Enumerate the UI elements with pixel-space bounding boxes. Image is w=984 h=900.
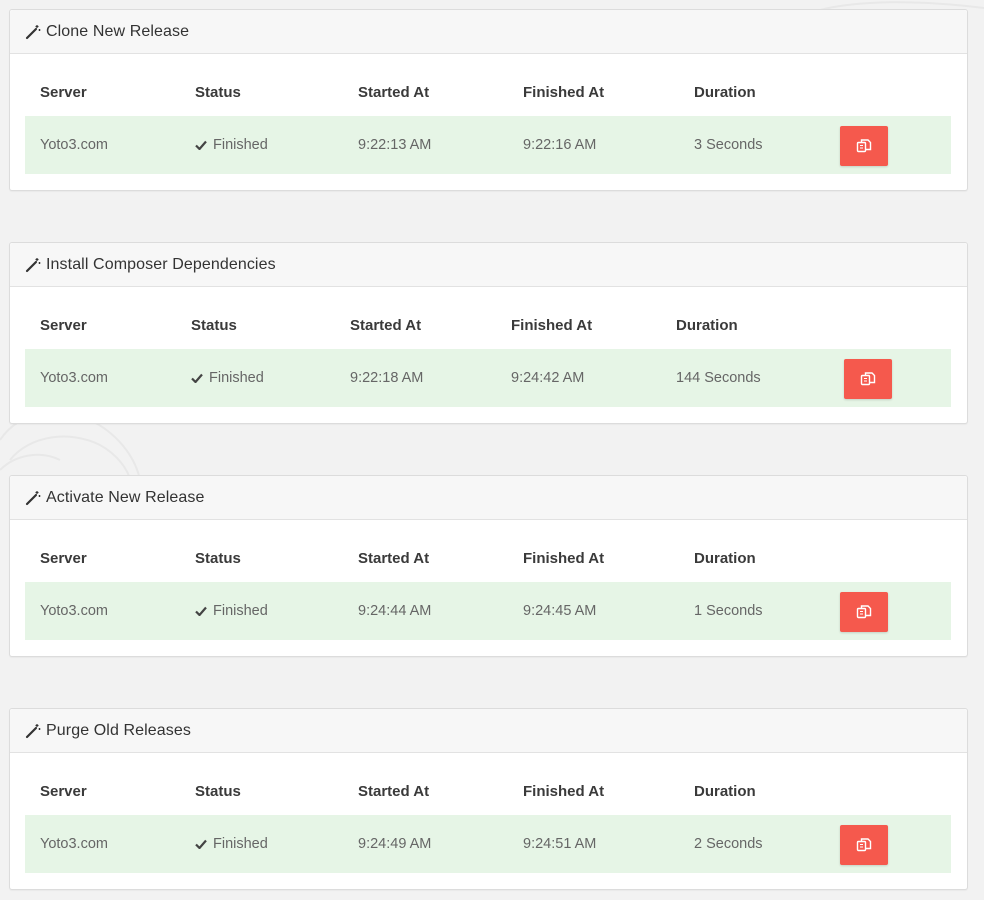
panel-heading: Purge Old Releases xyxy=(10,709,967,753)
column-header-status: Status xyxy=(191,317,237,334)
column-header-duration: Duration xyxy=(694,783,756,800)
finished-at-cell: 9:22:16 AM xyxy=(523,137,597,153)
column-header-started-at: Started At xyxy=(358,783,430,800)
copy-icon xyxy=(856,838,872,852)
column-header-server: Server xyxy=(40,783,87,800)
column-header-duration: Duration xyxy=(676,317,738,334)
table-header: Server Status Started At Finished At Dur… xyxy=(25,54,951,117)
magic-wand-icon xyxy=(25,723,41,738)
check-icon xyxy=(195,839,207,850)
magic-wand-icon xyxy=(25,490,41,505)
started-at-cell: 9:22:13 AM xyxy=(358,137,432,153)
column-header-started-at: Started At xyxy=(358,84,430,101)
column-header-started-at: Started At xyxy=(350,317,422,334)
copy-icon xyxy=(856,139,872,153)
column-header-finished-at: Finished At xyxy=(523,84,605,101)
column-header-duration: Duration xyxy=(694,84,756,101)
task-panel: Activate New Release Server Status Start… xyxy=(9,475,968,657)
status-cell: Finished xyxy=(195,137,268,153)
column-header-duration: Duration xyxy=(694,550,756,567)
table-row: Yoto3.com Finished 9:22:18 AM 9:24:42 AM… xyxy=(25,349,951,407)
column-header-server: Server xyxy=(40,550,87,567)
panel-heading: Activate New Release xyxy=(10,476,967,520)
duration-cell: 2 Seconds xyxy=(694,836,763,852)
copy-icon xyxy=(860,372,876,386)
copy-icon xyxy=(856,605,872,619)
panel-title: Clone New Release xyxy=(46,22,190,40)
view-output-button[interactable] xyxy=(840,592,888,632)
check-icon xyxy=(191,373,203,384)
view-output-button[interactable] xyxy=(840,126,888,166)
check-icon xyxy=(195,606,207,617)
server-cell: Yoto3.com xyxy=(40,137,108,153)
panel-heading: Install Composer Dependencies xyxy=(10,243,967,287)
table-row: Yoto3.com Finished 9:24:44 AM 9:24:45 AM… xyxy=(25,582,951,640)
magic-wand-icon xyxy=(25,24,41,39)
column-header-started-at: Started At xyxy=(358,550,430,567)
started-at-cell: 9:24:49 AM xyxy=(358,836,432,852)
server-cell: Yoto3.com xyxy=(40,836,108,852)
finished-at-cell: 9:24:51 AM xyxy=(523,836,597,852)
table-header: Server Status Started At Finished At Dur… xyxy=(25,287,951,350)
column-header-status: Status xyxy=(195,84,241,101)
panel-title: Purge Old Releases xyxy=(46,721,191,739)
task-panel: Clone New Release Server Status Started … xyxy=(9,9,968,191)
view-output-button[interactable] xyxy=(844,359,892,399)
panel-heading: Clone New Release xyxy=(10,10,967,54)
column-header-finished-at: Finished At xyxy=(523,550,605,567)
started-at-cell: 9:24:44 AM xyxy=(358,603,432,619)
status-cell: Finished xyxy=(191,370,264,386)
task-panel: Purge Old Releases Server Status Started… xyxy=(9,708,968,890)
table-header: Server Status Started At Finished At Dur… xyxy=(25,753,951,816)
task-panel: Install Composer Dependencies Server Sta… xyxy=(9,242,968,424)
table-header: Server Status Started At Finished At Dur… xyxy=(25,520,951,583)
server-cell: Yoto3.com xyxy=(40,370,108,386)
column-header-status: Status xyxy=(195,783,241,800)
started-at-cell: 9:22:18 AM xyxy=(350,370,424,386)
column-header-server: Server xyxy=(40,84,87,101)
duration-cell: 3 Seconds xyxy=(694,137,763,153)
column-header-status: Status xyxy=(195,550,241,567)
status-text: Finished xyxy=(213,836,268,852)
duration-cell: 1 Seconds xyxy=(694,603,763,619)
panel-title: Install Composer Dependencies xyxy=(46,255,276,273)
magic-wand-icon xyxy=(25,257,41,272)
table-row: Yoto3.com Finished 9:22:13 AM 9:22:16 AM… xyxy=(25,116,951,174)
panel-title: Activate New Release xyxy=(46,488,205,506)
finished-at-cell: 9:24:45 AM xyxy=(523,603,597,619)
check-icon xyxy=(195,140,207,151)
server-cell: Yoto3.com xyxy=(40,603,108,619)
finished-at-cell: 9:24:42 AM xyxy=(511,370,585,386)
column-header-finished-at: Finished At xyxy=(523,783,605,800)
column-header-finished-at: Finished At xyxy=(511,317,593,334)
column-header-server: Server xyxy=(40,317,87,334)
status-text: Finished xyxy=(209,370,264,386)
duration-cell: 144 Seconds xyxy=(676,370,761,386)
view-output-button[interactable] xyxy=(840,825,888,865)
status-cell: Finished xyxy=(195,603,268,619)
status-text: Finished xyxy=(213,603,268,619)
status-cell: Finished xyxy=(195,836,268,852)
table-row: Yoto3.com Finished 9:24:49 AM 9:24:51 AM… xyxy=(25,815,951,873)
status-text: Finished xyxy=(213,137,268,153)
